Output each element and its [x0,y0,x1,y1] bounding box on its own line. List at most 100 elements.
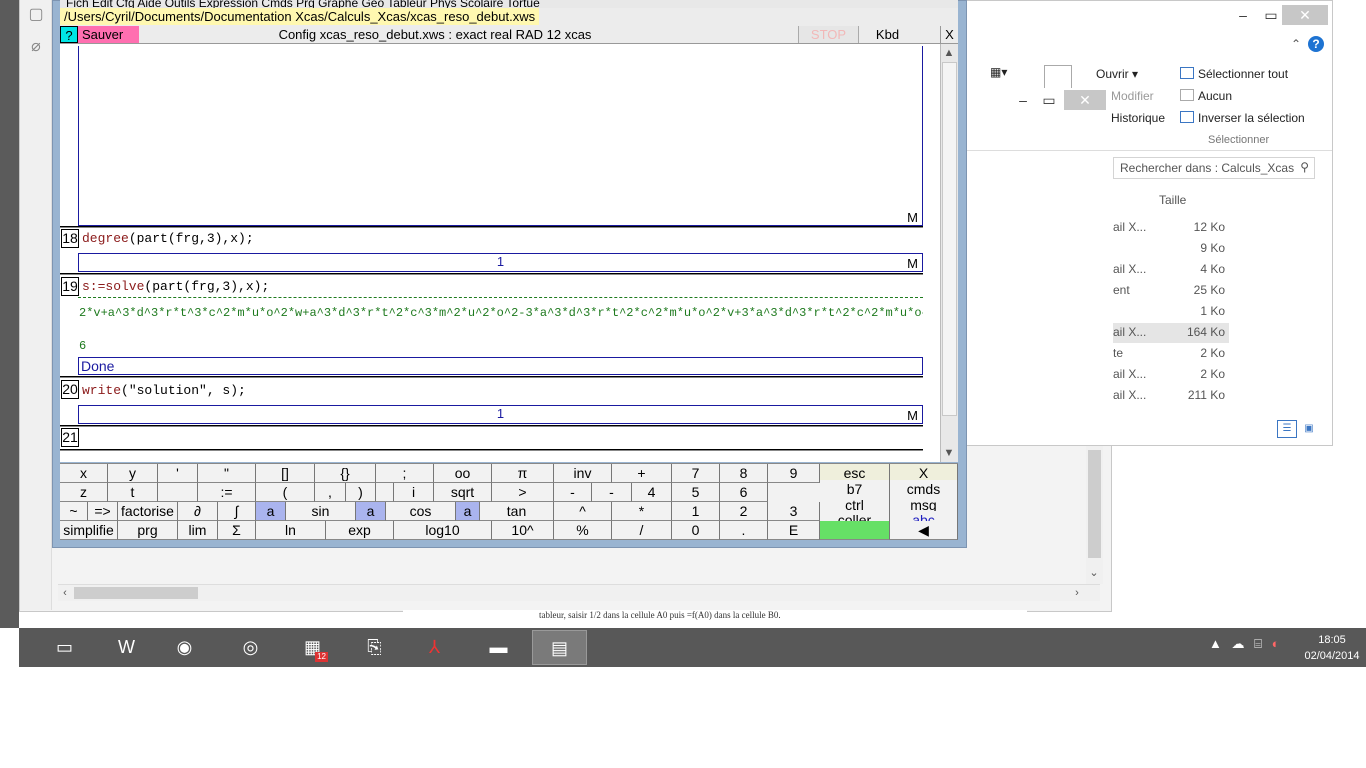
key-r2-0[interactable]: z [60,483,108,502]
show-hidden-icons-icon[interactable]: ▲ [1209,636,1222,651]
help-button[interactable]: ? [60,26,78,43]
key-r4-2[interactable]: lim [178,521,218,540]
chrome-icon[interactable]: ◎ [223,630,278,665]
file-row[interactable]: ail X... 4 Ko [1113,260,1229,280]
worksheet-scroll-thumb[interactable] [942,62,957,416]
thumbnail-view-icon[interactable]: ▣ [1299,420,1319,438]
scroll-down-icon[interactable]: ⌄ [1087,566,1101,580]
file-row[interactable]: ail X... 164 Ko [1113,323,1229,343]
key-4[interactable]: [] [256,464,315,483]
config-label[interactable]: Config xcas_reso_debut.xws : exact real … [190,26,680,43]
xcas-icon[interactable]: ▤ [532,630,587,665]
open-button[interactable]: Ouvrir ▾ [1096,67,1138,81]
key-r2-9[interactable]: sqrt [434,483,492,502]
key-r2-7[interactable] [376,483,394,502]
key-r2-8[interactable]: i [394,483,434,502]
worksheet-scrollbar[interactable]: ▲ ▼ [940,44,958,462]
clock[interactable]: 18:05 02/04/2014 [1299,632,1365,664]
pdf-vscroll-thumb[interactable] [1088,450,1101,558]
search-icon[interactable]: ⚲ [1300,160,1309,174]
command-input[interactable]: s:=solve(part(frg,3),x); [82,279,269,294]
details-view-icon[interactable]: ☰ [1277,420,1297,438]
file-row[interactable]: ail X... 211 Ko [1113,386,1229,406]
command-input[interactable] [82,430,922,448]
key-r3-2[interactable]: factorise [118,502,178,521]
key-r4-4[interactable]: ln [256,521,326,540]
key-r4-11[interactable]: . [720,521,768,540]
maximize-icon[interactable]: ▭ [1034,90,1064,110]
graph-output-area[interactable]: M [78,46,923,226]
key-r4-14[interactable]: ◀ [890,521,958,540]
collapse-ribbon-icon[interactable]: ⌃ [1291,37,1301,51]
pdf-hscroll-thumb[interactable] [74,587,198,599]
notebook-icon[interactable]: ⎘ [347,630,402,665]
select-none-button[interactable]: Aucun [1180,89,1232,103]
acrobat-icon[interactable]: ⅄ [407,630,462,665]
key-r3-7[interactable]: a [356,502,386,521]
pdf-horizontal-scrollbar[interactable]: ‹ › [58,584,1100,601]
scroll-down-icon[interactable]: ▼ [942,446,956,460]
xcas-menubar[interactable]: Fich Edit Cfg Aide Outils Expression Cmd… [60,0,958,8]
key-r4-12[interactable]: E [768,521,820,540]
key-r3-6[interactable]: sin [286,502,356,521]
key-r2-12[interactable]: - [592,483,632,502]
key-r2-3[interactable]: := [198,483,256,502]
search-input[interactable]: Rechercher dans : Calculs_Xcas ⚲ [1113,157,1315,179]
key-3[interactable]: " [198,464,256,483]
key-12[interactable]: 8 [720,464,768,483]
key-r4-3[interactable]: Σ [218,521,256,540]
key-r3-12[interactable]: * [612,502,672,521]
history-button[interactable]: Historique [1111,111,1165,125]
key-r4-9[interactable]: / [612,521,672,540]
menu-m-button[interactable]: M [907,408,918,423]
properties-icon[interactable]: ▦▾ [990,65,1007,79]
key-8[interactable]: π [492,464,554,483]
onedrive-icon[interactable]: ☁ [1232,636,1245,651]
key-r3-15[interactable]: 3 [768,502,820,521]
key-r3-8[interactable]: cos [386,502,456,521]
modify-button[interactable]: Modifier [1111,89,1154,103]
level-number[interactable]: 18 [61,229,79,248]
stop-button[interactable]: STOP [798,26,858,43]
paperclip-icon[interactable]: ⌀ [26,36,46,56]
key-r4-10[interactable]: 0 [672,521,720,540]
output-box[interactable]: 1 M [78,253,923,272]
size-column-header[interactable]: Taille [1159,193,1186,207]
key-r2-6[interactable]: ) [346,483,376,502]
key-r2-2[interactable] [158,483,198,502]
output-box[interactable]: 1 M [78,405,923,424]
key-r4-1[interactable]: prg [118,521,178,540]
key-r3-4[interactable]: ∫ [218,502,256,521]
file-row[interactable]: 9 Ko [1113,239,1229,259]
level-number[interactable]: 20 [61,380,79,399]
key-r3-14[interactable]: 2 [720,502,768,521]
minimize-icon[interactable]: – [1228,5,1258,25]
file-row[interactable]: 1 Ko [1113,302,1229,322]
menu-m-button[interactable]: M [907,210,918,225]
level-number[interactable]: 19 [61,277,79,296]
key-r3-9[interactable]: a [456,502,480,521]
xcas-worksheet[interactable]: M 18 degree(part(frg,3),x); 1 M 19 s:=so… [60,44,958,462]
key-r2-10[interactable]: > [492,483,554,502]
volume-muted-icon[interactable]: ◐ [1272,636,1280,651]
key-11[interactable]: 7 [672,464,720,483]
terminal-icon[interactable]: ▬ [471,630,526,665]
key-r4-7[interactable]: 10^ [492,521,554,540]
network-icon[interactable]: ⌸ [1254,636,1262,651]
menu-m-button[interactable]: M [907,256,918,271]
key-10[interactable]: + [612,464,672,483]
file-explorer-icon[interactable]: ▭ [37,630,92,665]
key-6[interactable]: ; [376,464,434,483]
key-r2-1[interactable]: t [108,483,158,502]
key-9[interactable]: inv [554,464,612,483]
key-1[interactable]: y [108,464,158,483]
select-all-button[interactable]: Sélectionner tout [1180,67,1288,81]
save-button[interactable]: Sauver [78,26,139,43]
close-icon[interactable]: ✕ [1064,90,1106,110]
key-13[interactable]: 9 [768,464,820,483]
key-r2-5[interactable]: , [315,483,346,502]
command-input[interactable]: degree(part(frg,3),x); [82,231,254,246]
key-r4-0[interactable]: simplifie [60,521,118,540]
key-r3-5[interactable]: a [256,502,286,521]
key-r3-13[interactable]: 1 [672,502,720,521]
